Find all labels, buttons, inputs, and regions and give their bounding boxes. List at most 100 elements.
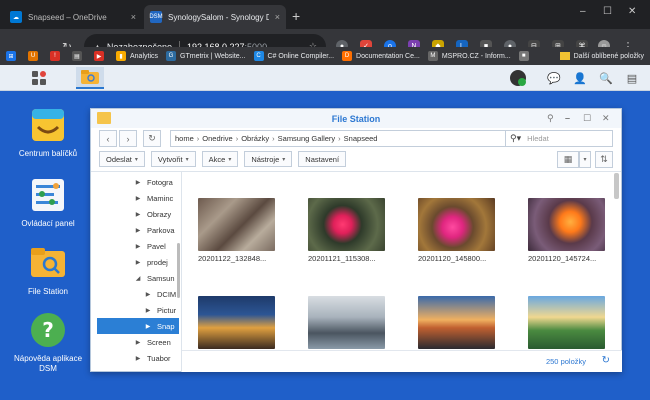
file-thumbnail[interactable] bbox=[528, 198, 605, 251]
bookmark-gtmetrix[interactable]: G GTmetrix | Website... bbox=[166, 51, 246, 61]
tree-item[interactable]: ▶ Parkova bbox=[97, 222, 179, 238]
file-name[interactable]: 20201120_145800... bbox=[418, 254, 498, 263]
bookmark-icon[interactable]: ! bbox=[50, 51, 60, 61]
file-thumbnail[interactable] bbox=[418, 296, 495, 349]
onedrive-icon: ☁ bbox=[10, 11, 22, 23]
status-bar: 250 položky ↻ bbox=[182, 350, 622, 372]
search-icon[interactable]: 🔍 bbox=[598, 70, 614, 86]
tools-button[interactable]: Nástroje ▾ bbox=[244, 151, 293, 167]
taskbar-file-station[interactable] bbox=[76, 67, 104, 89]
tree-item[interactable]: ▶ Obrazy bbox=[97, 206, 179, 222]
maximize-button[interactable]: ☐ bbox=[603, 6, 612, 17]
desktop-icon-package-center[interactable]: Centrum balíčků bbox=[13, 105, 83, 159]
file-thumbnail[interactable] bbox=[528, 296, 605, 349]
file-name[interactable]: 20201121_115308... bbox=[308, 254, 388, 263]
minimize-icon[interactable]: – bbox=[565, 113, 570, 123]
chevron-down-icon: ▾ bbox=[185, 156, 189, 163]
icon-label: Centrum balíčků bbox=[18, 149, 78, 158]
tree-item[interactable]: ▶ Pavel bbox=[97, 238, 179, 254]
view-controls: ▦ ▾ ⇅ bbox=[557, 151, 613, 168]
grid-scrollbar[interactable] bbox=[614, 173, 619, 199]
bookmark-documentation[interactable]: D Documentation Ce... bbox=[342, 51, 420, 61]
item-count: 250 položky bbox=[545, 357, 586, 366]
file-name[interactable]: 20201120_145724... bbox=[528, 254, 608, 263]
tree-item[interactable]: ▶ prodej bbox=[97, 254, 179, 270]
browser-tab-synology[interactable]: DSM SynologySalom - Synology Diski × bbox=[144, 5, 286, 29]
close-tab-icon[interactable]: × bbox=[275, 12, 280, 22]
gtmetrix-icon: G bbox=[166, 51, 177, 61]
search-icon: ⚲▾ bbox=[510, 133, 522, 143]
create-button[interactable]: Vytvořit ▾ bbox=[150, 151, 196, 167]
tree-item[interactable]: ▶ Screen bbox=[97, 334, 179, 350]
file-thumbnail[interactable] bbox=[198, 296, 275, 349]
minimize-button[interactable]: – bbox=[580, 6, 586, 17]
new-tab-button[interactable]: + bbox=[292, 8, 300, 24]
main-menu-button[interactable] bbox=[28, 68, 50, 88]
tree-item[interactable]: ▶ Tuabor bbox=[97, 350, 179, 366]
user-icon[interactable]: 👤 bbox=[572, 70, 588, 86]
desktop-icon-control-panel[interactable]: Ovládací panel bbox=[13, 175, 83, 229]
file-thumbnail[interactable] bbox=[198, 198, 275, 251]
tree-item-selected[interactable]: ▶ Snap bbox=[97, 318, 179, 334]
bookmark-icon[interactable]: ▶ bbox=[94, 51, 104, 61]
package-center-icon bbox=[28, 105, 68, 145]
file-name[interactable]: 20201122_132848... bbox=[198, 254, 278, 263]
desktop-icon-file-station[interactable]: File Station bbox=[13, 243, 83, 297]
breadcrumb[interactable]: Onedrive bbox=[202, 134, 232, 143]
browser-tab-onedrive[interactable]: ☁ Snapseed – OneDrive × bbox=[4, 5, 142, 29]
back-button[interactable]: ‹ bbox=[99, 130, 117, 147]
settings-button[interactable]: Nastavení bbox=[298, 151, 347, 167]
grid-view-icon[interactable]: ▦ bbox=[557, 151, 579, 168]
bookmark-csharp-compiler[interactable]: C C# Online Compiler... bbox=[253, 51, 334, 61]
upload-button[interactable]: Odeslat ▾ bbox=[99, 151, 145, 167]
bookmark-mspro[interactable]: M MSPRO.CZ - Inform... bbox=[427, 51, 511, 61]
tree-item[interactable]: ◢ Samsun bbox=[97, 270, 179, 286]
chevron-down-icon[interactable]: ▾ bbox=[579, 151, 591, 168]
refresh-button[interactable]: ↻ bbox=[143, 130, 161, 147]
other-bookmarks[interactable]: Další oblíbené položky bbox=[559, 47, 644, 65]
action-button[interactable]: Akce ▾ bbox=[201, 151, 239, 167]
close-window-button[interactable]: ✕ bbox=[628, 6, 636, 17]
chevron-down-icon: ▾ bbox=[282, 156, 286, 163]
maximize-icon[interactable]: ☐ bbox=[583, 113, 591, 124]
tree-item[interactable]: ▶ DCIM bbox=[97, 286, 179, 302]
window-title: File Station bbox=[331, 113, 381, 124]
pin-icon[interactable]: ⚲ bbox=[547, 113, 554, 124]
search-placeholder: Hledat bbox=[527, 134, 549, 143]
bookmark-icon[interactable]: U bbox=[28, 51, 38, 61]
file-station-icon bbox=[28, 243, 68, 283]
action-toolbar: Odeslat ▾ Vytvořit ▾ Akce ▾ Nástroje ▾ Nasta… bbox=[99, 151, 352, 167]
chevron-right-icon: ▶ bbox=[135, 339, 141, 346]
forward-button[interactable]: › bbox=[119, 130, 137, 147]
window-titlebar[interactable]: File Station ⚲ – ☐ ✕ bbox=[91, 109, 621, 128]
desktop-icon-dsm-help[interactable]: ? Nápověda aplikace DSM bbox=[13, 310, 83, 374]
widgets-icon[interactable]: ▤ bbox=[624, 70, 640, 86]
search-input[interactable]: ⚲▾ Hledat bbox=[505, 130, 613, 147]
refresh-icon[interactable]: ↻ bbox=[602, 355, 610, 366]
bookmark-extra[interactable]: ■ bbox=[518, 51, 533, 61]
file-thumbnail[interactable] bbox=[308, 296, 385, 349]
close-icon[interactable]: ✕ bbox=[602, 113, 610, 124]
system-health-icon[interactable] bbox=[508, 68, 528, 88]
chevron-right-icon: ▶ bbox=[145, 323, 151, 330]
chevron-down-icon: ◢ bbox=[135, 275, 141, 282]
bookmark-icon[interactable]: ▤ bbox=[72, 51, 82, 61]
breadcrumb[interactable]: Samsung Gallery bbox=[278, 134, 336, 143]
close-tab-icon[interactable]: × bbox=[131, 12, 136, 22]
tree-scrollbar[interactable] bbox=[177, 243, 180, 298]
chat-icon[interactable]: 💬 bbox=[546, 70, 562, 86]
breadcrumb[interactable]: home bbox=[175, 134, 194, 143]
tree-item[interactable]: ▶ Fotogra bbox=[97, 174, 179, 190]
chevron-right-icon: ▶ bbox=[135, 179, 141, 186]
sort-icon[interactable]: ⇅ bbox=[595, 151, 613, 168]
bookmark-analytics[interactable]: ▮ Analytics bbox=[116, 51, 158, 61]
file-thumbnail[interactable] bbox=[308, 198, 385, 251]
icon-label: File Station bbox=[27, 287, 69, 296]
tree-item[interactable]: ▶ Pictur bbox=[97, 302, 179, 318]
breadcrumb[interactable]: Obrázky bbox=[241, 134, 269, 143]
apps-icon[interactable]: ⊞ bbox=[6, 51, 16, 61]
tree-item[interactable]: ▶ Maminc bbox=[97, 190, 179, 206]
file-thumbnail[interactable] bbox=[418, 198, 495, 251]
chevron-right-icon: › bbox=[272, 134, 275, 143]
breadcrumb[interactable]: Snapseed bbox=[344, 134, 378, 143]
